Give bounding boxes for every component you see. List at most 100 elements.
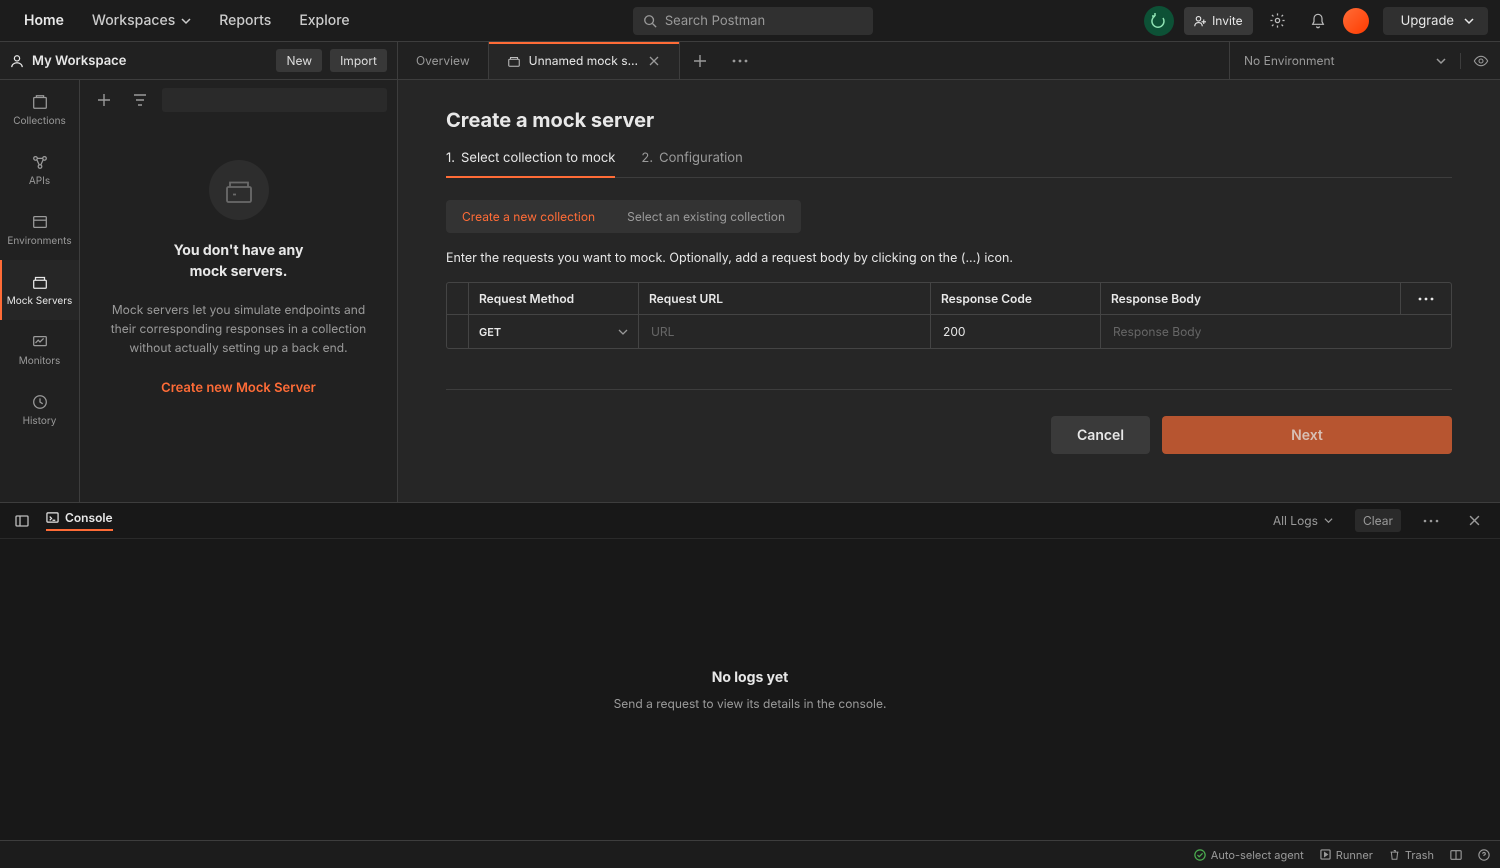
invite-label: Invite xyxy=(1212,13,1243,28)
eye-icon xyxy=(1473,53,1489,69)
invite-icon xyxy=(1194,15,1206,27)
workspace-selector[interactable]: My Workspace xyxy=(10,53,268,69)
console-empty-text: Send a request to view its details in th… xyxy=(614,696,887,711)
chevron-down-icon xyxy=(1436,56,1446,66)
dots-icon xyxy=(1418,297,1434,301)
status-bar: Auto-select agent Runner Trash xyxy=(0,840,1500,868)
environments-icon xyxy=(31,213,49,231)
server-icon xyxy=(507,54,521,68)
rail-collections[interactable]: Collections xyxy=(0,80,79,140)
check-circle-icon xyxy=(1194,849,1206,861)
play-icon xyxy=(1320,849,1331,860)
filter-button[interactable] xyxy=(126,88,154,112)
chevron-down-icon xyxy=(1324,516,1333,525)
requests-table: Request Method Request URL Response Code… xyxy=(446,282,1452,349)
tab-close-button[interactable] xyxy=(647,54,661,68)
close-console-button[interactable] xyxy=(1461,511,1488,530)
dots-icon xyxy=(1423,519,1439,523)
chevron-down-icon xyxy=(618,327,628,337)
workspace-name: My Workspace xyxy=(32,53,126,69)
code-input[interactable] xyxy=(941,323,1090,340)
cancel-button[interactable]: Cancel xyxy=(1051,416,1150,454)
environment-label: No Environment xyxy=(1244,53,1335,68)
create-mock-button[interactable] xyxy=(90,88,118,112)
tabs-row: Overview Unnamed mock se… xyxy=(398,42,1229,79)
help-icon xyxy=(1478,849,1490,861)
create-mock-link[interactable]: Create new Mock Server xyxy=(161,380,316,396)
subtab-existing-collection[interactable]: Select an existing collection xyxy=(611,200,801,233)
sync-status-icon[interactable] xyxy=(1144,6,1174,36)
rail-history[interactable]: History xyxy=(0,380,79,440)
collections-icon xyxy=(31,93,49,111)
runner-button[interactable]: Runner xyxy=(1320,848,1373,862)
nav-home[interactable]: Home xyxy=(12,6,76,35)
step-2[interactable]: 2. Configuration xyxy=(641,150,742,177)
trash-button[interactable]: Trash xyxy=(1389,848,1434,862)
nav-reports[interactable]: Reports xyxy=(207,6,283,35)
toggle-sidebar-button[interactable] xyxy=(12,506,32,536)
rail-apis[interactable]: APIs xyxy=(0,140,79,200)
nav-explore[interactable]: Explore xyxy=(287,6,361,35)
console-tab-label: Console xyxy=(65,510,113,525)
settings-button[interactable] xyxy=(1263,6,1293,36)
tab-mock-label: Unnamed mock se… xyxy=(529,53,639,68)
console-empty-title: No logs yet xyxy=(712,669,789,686)
upgrade-button[interactable]: Upgrade xyxy=(1383,7,1488,35)
body-input[interactable] xyxy=(1111,323,1441,340)
plus-icon xyxy=(97,93,111,107)
mock-server-icon xyxy=(31,273,49,291)
rail-monitors[interactable]: Monitors xyxy=(0,320,79,380)
trash-icon xyxy=(1389,849,1400,860)
console-tab[interactable]: Console xyxy=(46,510,113,531)
clear-logs-button[interactable]: Clear xyxy=(1355,509,1401,532)
top-bar: Home Workspaces Reports Explore Search P… xyxy=(0,0,1500,42)
tab-options-button[interactable] xyxy=(720,42,760,79)
layout-icon xyxy=(1450,849,1462,861)
wizard-steps: 1. Select collection to mock 2. Configur… xyxy=(446,150,1452,178)
log-filter[interactable]: All Logs xyxy=(1265,509,1341,532)
tab-mock-server[interactable]: Unnamed mock se… xyxy=(489,42,680,79)
empty-title: You don't have any mock servers. xyxy=(174,240,304,282)
console-options-button[interactable] xyxy=(1415,515,1447,527)
new-tab-button[interactable] xyxy=(680,42,720,79)
invite-button[interactable]: Invite xyxy=(1184,7,1253,35)
console-icon xyxy=(46,511,59,524)
notifications-button[interactable] xyxy=(1303,6,1333,36)
environment-quicklook-button[interactable] xyxy=(1460,53,1500,69)
filter-icon xyxy=(133,93,147,107)
bell-icon xyxy=(1310,13,1326,29)
import-button[interactable]: Import xyxy=(330,49,387,72)
nav-workspaces[interactable]: Workspaces xyxy=(80,6,203,35)
gear-icon xyxy=(1269,12,1286,29)
panel-icon xyxy=(15,514,29,528)
tab-overview[interactable]: Overview xyxy=(398,42,489,79)
upgrade-label: Upgrade xyxy=(1401,13,1454,29)
page-title: Create a mock server xyxy=(446,108,1452,132)
table-row: GET xyxy=(447,315,1451,348)
help-button[interactable] xyxy=(1478,849,1490,861)
table-options-button[interactable] xyxy=(1401,283,1451,314)
agent-status[interactable]: Auto-select agent xyxy=(1194,848,1304,862)
close-icon xyxy=(649,56,659,66)
url-input[interactable] xyxy=(649,323,920,340)
new-button[interactable]: New xyxy=(276,49,322,72)
next-button[interactable]: Next xyxy=(1162,416,1452,454)
main-content: Create a mock server 1. Select collectio… xyxy=(398,80,1500,502)
user-avatar[interactable] xyxy=(1343,8,1369,34)
step-1[interactable]: 1. Select collection to mock xyxy=(446,150,615,178)
drag-handle[interactable] xyxy=(447,315,469,348)
header-code: Response Code xyxy=(931,283,1101,314)
nav-workspaces-label: Workspaces xyxy=(92,12,175,29)
subtab-new-collection[interactable]: Create a new collection xyxy=(446,200,611,233)
environment-selector[interactable]: No Environment xyxy=(1230,53,1460,68)
rail-environments[interactable]: Environments xyxy=(0,200,79,260)
method-value: GET xyxy=(479,325,501,339)
plus-icon xyxy=(693,54,707,68)
search-input[interactable]: Search Postman xyxy=(633,7,873,35)
two-pane-button[interactable] xyxy=(1450,849,1462,861)
method-cell[interactable]: GET xyxy=(469,315,639,348)
filter-input[interactable] xyxy=(162,88,387,112)
empty-server-icon xyxy=(209,160,269,220)
rail-mock-servers[interactable]: Mock Servers xyxy=(0,260,79,320)
workspace-bar: My Workspace New Import Overview Unnamed… xyxy=(0,42,1500,80)
